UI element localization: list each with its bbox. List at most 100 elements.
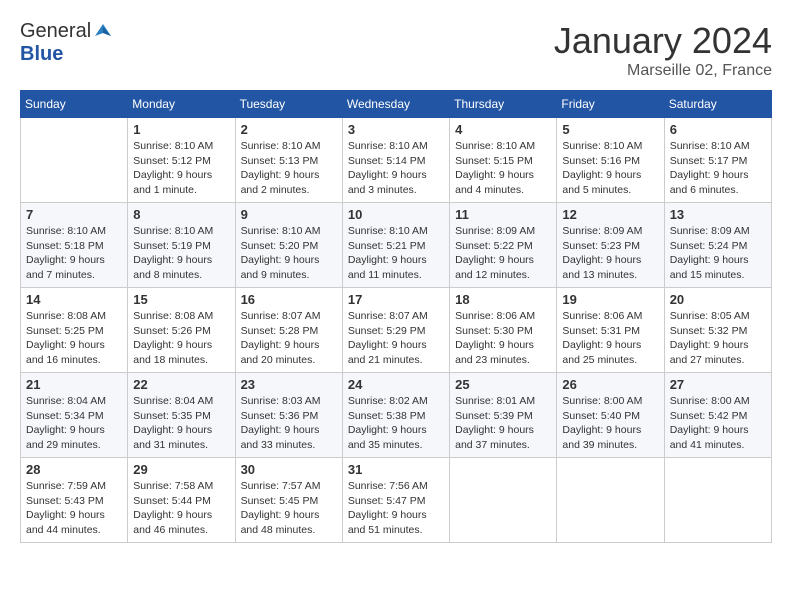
calendar-cell: 28Sunrise: 7:59 AM Sunset: 5:43 PM Dayli… [21, 458, 128, 543]
day-info: Sunrise: 8:00 AM Sunset: 5:42 PM Dayligh… [670, 394, 766, 453]
calendar-cell [557, 458, 664, 543]
day-info: Sunrise: 7:56 AM Sunset: 5:47 PM Dayligh… [348, 479, 444, 538]
title-block: January 2024 Marseille 02, France [554, 20, 772, 80]
day-number: 21 [26, 377, 122, 392]
day-number: 15 [133, 292, 229, 307]
day-of-week-header: Sunday [21, 91, 128, 118]
day-number: 27 [670, 377, 766, 392]
day-info: Sunrise: 8:10 AM Sunset: 5:16 PM Dayligh… [562, 139, 658, 198]
day-number: 16 [241, 292, 337, 307]
day-number: 8 [133, 207, 229, 222]
calendar-cell: 18Sunrise: 8:06 AM Sunset: 5:30 PM Dayli… [450, 288, 557, 373]
calendar-cell: 23Sunrise: 8:03 AM Sunset: 5:36 PM Dayli… [235, 373, 342, 458]
day-number: 11 [455, 207, 551, 222]
day-number: 5 [562, 122, 658, 137]
days-of-week-row: SundayMondayTuesdayWednesdayThursdayFrid… [21, 91, 772, 118]
day-number: 1 [133, 122, 229, 137]
logo-general-text: General [20, 20, 91, 43]
day-number: 13 [670, 207, 766, 222]
day-info: Sunrise: 8:07 AM Sunset: 5:28 PM Dayligh… [241, 309, 337, 368]
calendar-cell: 30 Sunrise: 7:57 AM Sunset: 5:45 PM Dayli… [235, 458, 342, 543]
calendar-week-row: 14Sunrise: 8:08 AM Sunset: 5:25 PM Dayli… [21, 288, 772, 373]
calendar-cell: 17Sunrise: 8:07 AM Sunset: 5:29 PM Dayli… [342, 288, 449, 373]
calendar-cell [664, 458, 771, 543]
logo-blue-text: Blue [20, 43, 63, 65]
calendar-cell: 7 Sunrise: 8:10 AM Sunset: 5:18 PM Daylig… [21, 203, 128, 288]
day-info: Sunrise: 8:01 AM Sunset: 5:39 PM Dayligh… [455, 394, 551, 453]
day-info: Sunrise: 8:10 AM Sunset: 5:12 PM Dayligh… [133, 139, 229, 198]
day-of-week-header: Monday [128, 91, 235, 118]
day-info: Sunrise: 8:05 AM Sunset: 5:32 PM Dayligh… [670, 309, 766, 368]
day-info: Sunrise: 8:04 AM Sunset: 5:35 PM Dayligh… [133, 394, 229, 453]
day-number: 10 [348, 207, 444, 222]
calendar-header: SundayMondayTuesdayWednesdayThursdayFrid… [21, 91, 772, 118]
day-info: Sunrise: 8:10 AM Sunset: 5:15 PM Dayligh… [455, 139, 551, 198]
day-number: 2 [241, 122, 337, 137]
calendar-week-row: 21Sunrise: 8:04 AM Sunset: 5:34 PM Dayli… [21, 373, 772, 458]
calendar-cell: 13 Sunrise: 8:09 AM Sunset: 5:24 PM Dayli… [664, 203, 771, 288]
day-of-week-header: Tuesday [235, 91, 342, 118]
day-number: 6 [670, 122, 766, 137]
logo: General Blue [20, 20, 113, 66]
calendar-cell: 3Sunrise: 8:10 AM Sunset: 5:14 PM Daylig… [342, 118, 449, 203]
day-number: 20 [670, 292, 766, 307]
day-number: 26 [562, 377, 658, 392]
calendar-cell: 20 Sunrise: 8:05 AM Sunset: 5:32 PM Dayli… [664, 288, 771, 373]
calendar-cell: 12Sunrise: 8:09 AM Sunset: 5:23 PM Dayli… [557, 203, 664, 288]
day-number: 12 [562, 207, 658, 222]
calendar-cell: 31 Sunrise: 7:56 AM Sunset: 5:47 PM Dayli… [342, 458, 449, 543]
day-number: 30 [241, 462, 337, 477]
calendar-cell: 6 Sunrise: 8:10 AM Sunset: 5:17 PM Daylig… [664, 118, 771, 203]
day-number: 7 [26, 207, 122, 222]
calendar-cell [450, 458, 557, 543]
day-info: Sunrise: 8:00 AM Sunset: 5:40 PM Dayligh… [562, 394, 658, 453]
day-number: 24 [348, 377, 444, 392]
calendar-week-row: 28Sunrise: 7:59 AM Sunset: 5:43 PM Dayli… [21, 458, 772, 543]
calendar-cell: 8 Sunrise: 8:10 AM Sunset: 5:19 PM Daylig… [128, 203, 235, 288]
calendar-cell: 16 Sunrise: 8:07 AM Sunset: 5:28 PM Dayli… [235, 288, 342, 373]
day-number: 31 [348, 462, 444, 477]
calendar-body: 1 Sunrise: 8:10 AM Sunset: 5:12 PM Daylig… [21, 118, 772, 543]
logo-bird-icon [93, 22, 113, 42]
calendar-cell: 5 Sunrise: 8:10 AM Sunset: 5:16 PM Daylig… [557, 118, 664, 203]
calendar-cell: 29 Sunrise: 7:58 AM Sunset: 5:44 PM Dayli… [128, 458, 235, 543]
day-info: Sunrise: 8:10 AM Sunset: 5:21 PM Dayligh… [348, 224, 444, 283]
day-info: Sunrise: 8:10 AM Sunset: 5:17 PM Dayligh… [670, 139, 766, 198]
day-info: Sunrise: 7:59 AM Sunset: 5:43 PM Dayligh… [26, 479, 122, 538]
day-number: 17 [348, 292, 444, 307]
day-info: Sunrise: 8:09 AM Sunset: 5:22 PM Dayligh… [455, 224, 551, 283]
calendar-cell: 10 Sunrise: 8:10 AM Sunset: 5:21 PM Dayli… [342, 203, 449, 288]
day-info: Sunrise: 8:10 AM Sunset: 5:18 PM Dayligh… [26, 224, 122, 283]
day-info: Sunrise: 8:10 AM Sunset: 5:20 PM Dayligh… [241, 224, 337, 283]
calendar-cell: 19 Sunrise: 8:06 AM Sunset: 5:31 PM Dayli… [557, 288, 664, 373]
day-info: Sunrise: 8:06 AM Sunset: 5:31 PM Dayligh… [562, 309, 658, 368]
day-info: Sunrise: 7:57 AM Sunset: 5:45 PM Dayligh… [241, 479, 337, 538]
calendar-cell: 26 Sunrise: 8:00 AM Sunset: 5:40 PM Dayli… [557, 373, 664, 458]
calendar-cell: 11 Sunrise: 8:09 AM Sunset: 5:22 PM Dayli… [450, 203, 557, 288]
calendar-cell: 15 Sunrise: 8:08 AM Sunset: 5:26 PM Dayli… [128, 288, 235, 373]
day-info: Sunrise: 8:03 AM Sunset: 5:36 PM Dayligh… [241, 394, 337, 453]
page-header: General Blue January 2024 Marseille 02, … [20, 20, 772, 80]
calendar-cell: 27 Sunrise: 8:00 AM Sunset: 5:42 PM Dayli… [664, 373, 771, 458]
calendar-cell: 25 Sunrise: 8:01 AM Sunset: 5:39 PM Dayli… [450, 373, 557, 458]
day-info: Sunrise: 8:02 AM Sunset: 5:38 PM Dayligh… [348, 394, 444, 453]
calendar-cell: 4Sunrise: 8:10 AM Sunset: 5:15 PM Daylig… [450, 118, 557, 203]
day-info: Sunrise: 7:58 AM Sunset: 5:44 PM Dayligh… [133, 479, 229, 538]
day-info: Sunrise: 8:08 AM Sunset: 5:26 PM Dayligh… [133, 309, 229, 368]
day-number: 9 [241, 207, 337, 222]
day-number: 29 [133, 462, 229, 477]
day-info: Sunrise: 8:10 AM Sunset: 5:13 PM Dayligh… [241, 139, 337, 198]
calendar-cell: 22 Sunrise: 8:04 AM Sunset: 5:35 PM Dayli… [128, 373, 235, 458]
day-info: Sunrise: 8:09 AM Sunset: 5:24 PM Dayligh… [670, 224, 766, 283]
calendar-cell: 24 Sunrise: 8:02 AM Sunset: 5:38 PM Dayli… [342, 373, 449, 458]
day-of-week-header: Wednesday [342, 91, 449, 118]
calendar-table: SundayMondayTuesdayWednesdayThursdayFrid… [20, 90, 772, 543]
day-of-week-header: Thursday [450, 91, 557, 118]
day-number: 22 [133, 377, 229, 392]
day-number: 19 [562, 292, 658, 307]
calendar-cell [21, 118, 128, 203]
day-number: 3 [348, 122, 444, 137]
calendar-week-row: 7 Sunrise: 8:10 AM Sunset: 5:18 PM Daylig… [21, 203, 772, 288]
day-number: 25 [455, 377, 551, 392]
day-info: Sunrise: 8:10 AM Sunset: 5:19 PM Dayligh… [133, 224, 229, 283]
